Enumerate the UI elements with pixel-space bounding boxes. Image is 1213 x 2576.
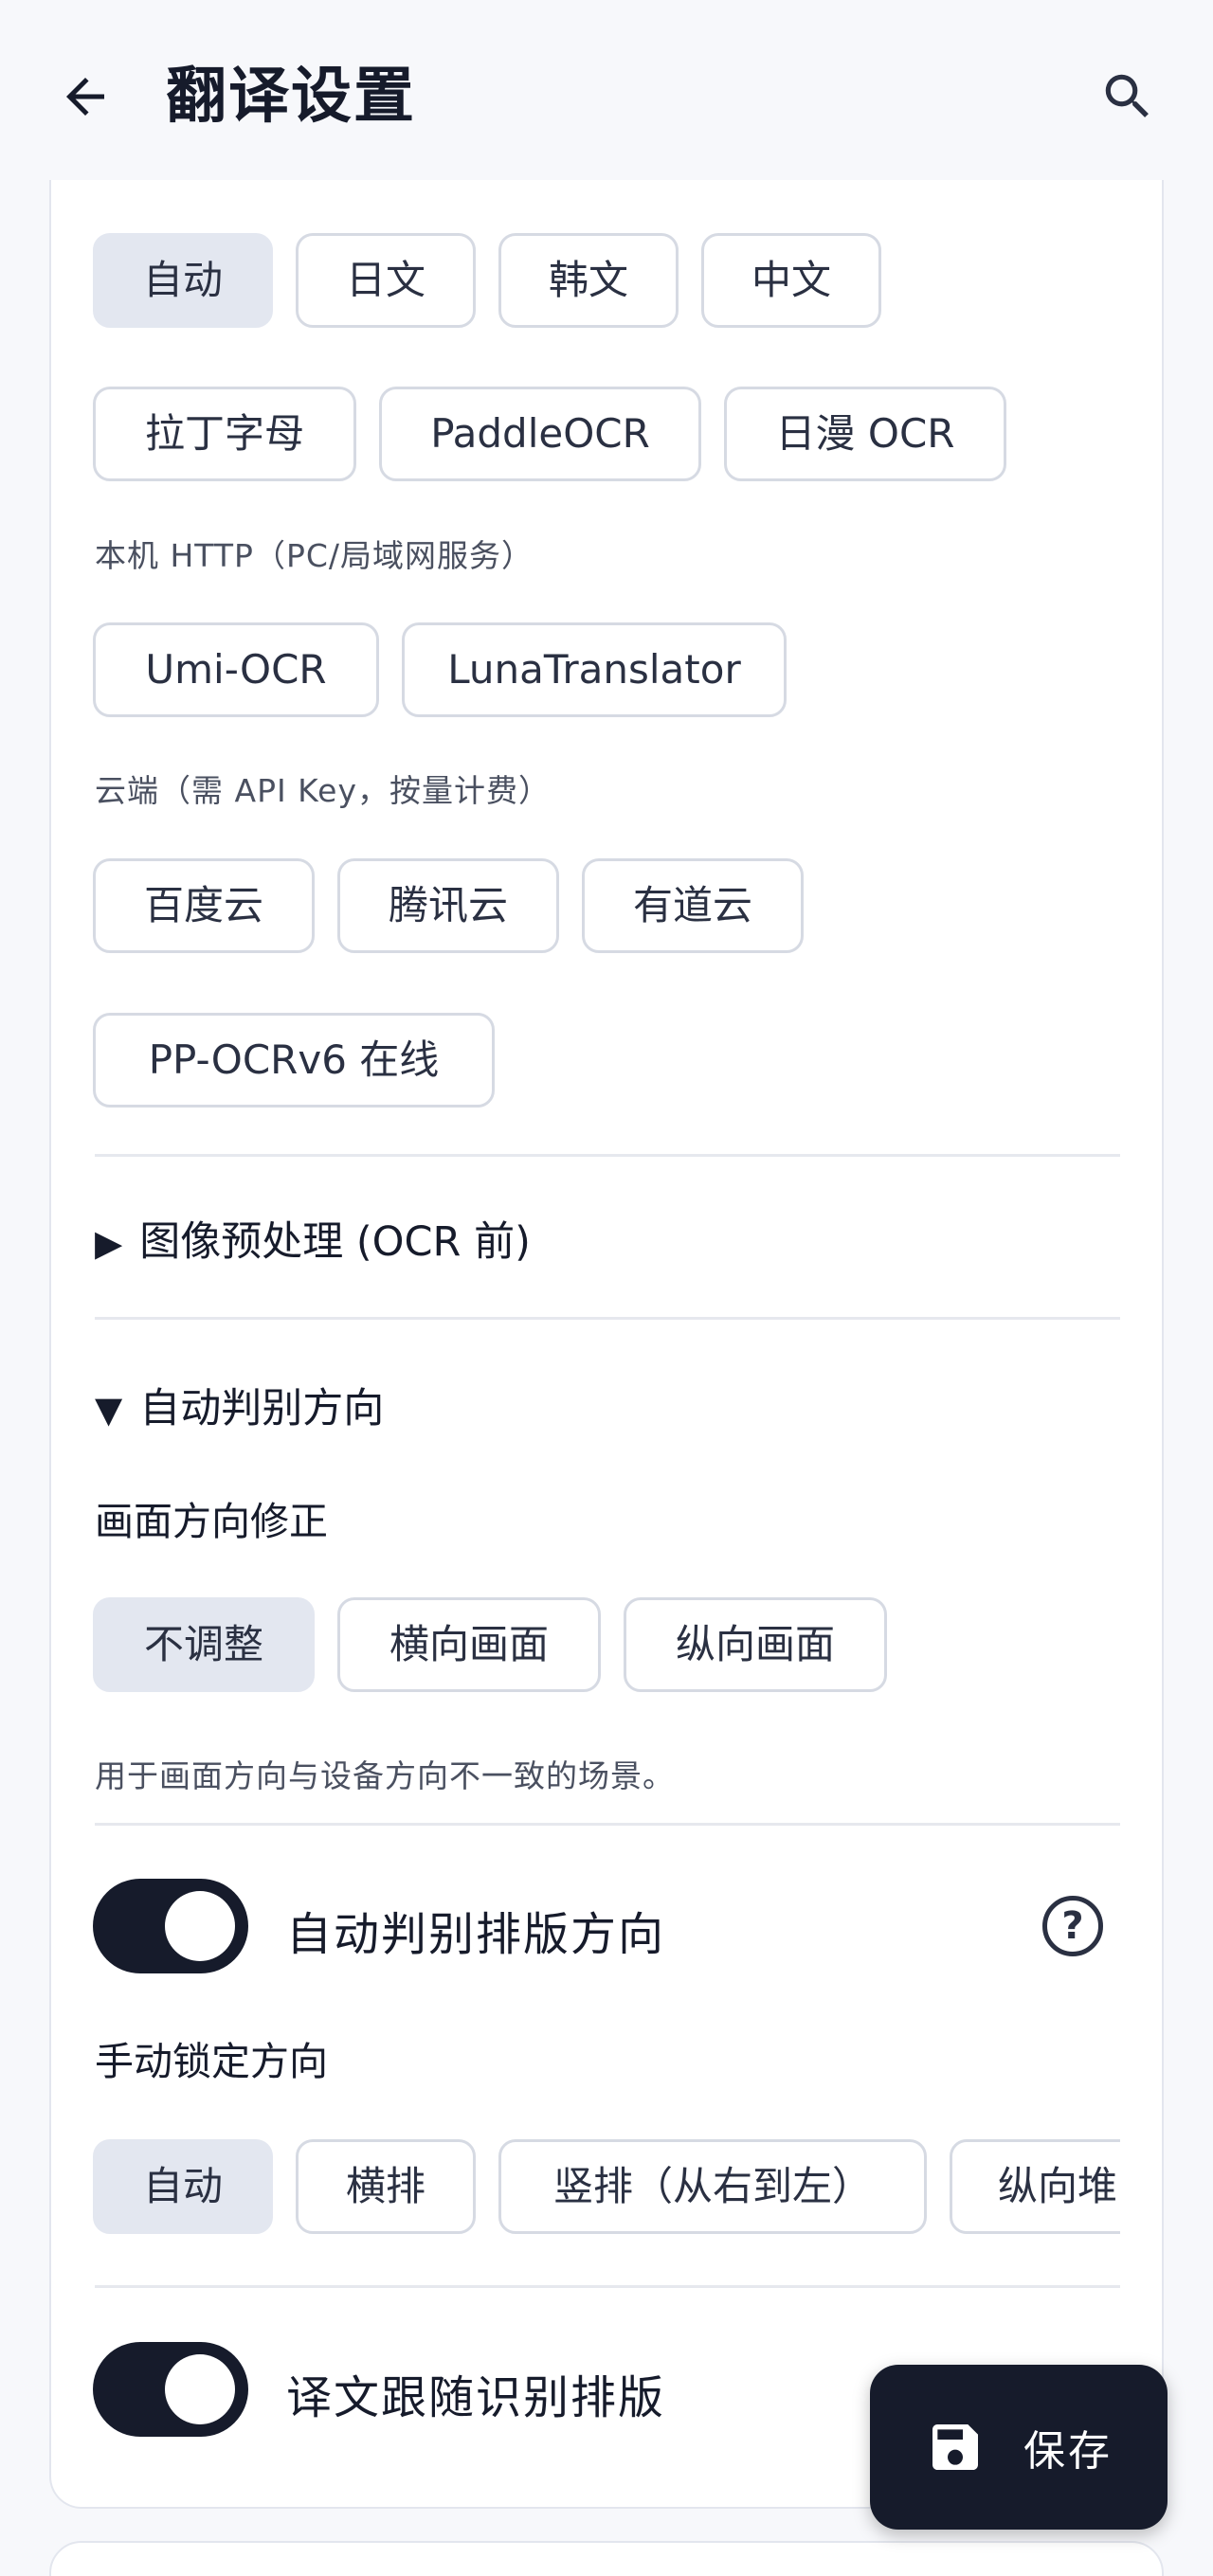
search-icon (1105, 74, 1149, 117)
cloud-caption: 云端（需 API Key，按量计费） (95, 772, 552, 809)
section-title: 自动判别方向 (139, 1385, 385, 1432)
next-settings-card (49, 2541, 1164, 2576)
chip-youdao-cloud[interactable]: 有道云 (582, 858, 804, 953)
manual-lock-chip-row: 自动 横排 竖排（从右到左） 纵向堆 (93, 2135, 1120, 2240)
chip-landscape[interactable]: 横向画面 (337, 1597, 601, 1692)
chip-layout-vertical-stack[interactable]: 纵向堆 (950, 2139, 1120, 2234)
divider (95, 1154, 1120, 1157)
chip-layout-auto[interactable]: 自动 (93, 2139, 273, 2234)
help-circle-icon[interactable]: ? (1042, 1896, 1103, 1956)
local-http-caption: 本机 HTTP（PC/局域网服务） (95, 537, 534, 574)
save-fab[interactable]: 保存 (870, 2365, 1168, 2530)
manual-lock-label: 手动锁定方向 (95, 2039, 328, 2084)
back-button[interactable] (47, 59, 123, 135)
chip-layout-horizontal[interactable]: 横排 (296, 2139, 476, 2234)
chip-ocr-latin[interactable]: 拉丁字母 (93, 387, 356, 481)
chip-ocr-japanese[interactable]: 日文 (296, 233, 476, 328)
auto-layout-toggle[interactable] (93, 1879, 248, 1973)
divider (95, 2285, 1120, 2288)
chip-no-adjust[interactable]: 不调整 (93, 1597, 315, 1692)
chip-ocr-chinese[interactable]: 中文 (701, 233, 881, 328)
chip-ocr-manga[interactable]: 日漫 OCR (724, 387, 1006, 481)
chip-ocr-paddleocr[interactable]: PaddleOCR (379, 387, 701, 481)
section-title: 图像预处理 (OCR 前) (139, 1218, 531, 1266)
screen-orientation-label: 画面方向修正 (95, 1499, 328, 1544)
chip-pp-ocrv6-online[interactable]: PP-OCRv6 在线 (93, 1013, 495, 1108)
chip-layout-vertical-rtl[interactable]: 竖排（从右到左） (498, 2139, 927, 2234)
save-icon (932, 2424, 978, 2470)
arrow-left-icon (66, 78, 104, 116)
search-button[interactable] (1090, 59, 1166, 135)
section-image-preprocess[interactable]: ▶ 图像预处理 (OCR 前) (95, 1209, 531, 1268)
chip-ocr-auto[interactable]: 自动 (93, 233, 273, 328)
chip-tencent-cloud[interactable]: 腾讯云 (337, 858, 559, 953)
chip-lunatranslator[interactable]: LunaTranslator (402, 622, 787, 717)
follow-layout-toggle[interactable] (93, 2342, 248, 2437)
save-label: 保存 (1023, 2427, 1113, 2476)
screen-orientation-hint: 用于画面方向与设备方向不一致的场景。 (95, 1757, 675, 1794)
chip-ocr-korean[interactable]: 韩文 (498, 233, 679, 328)
divider (95, 1823, 1120, 1826)
follow-layout-label: 译文跟随识别排版 (286, 2371, 666, 2424)
app-bar: 翻译设置 (0, 0, 1213, 194)
section-auto-direction[interactable]: ▼ 自动判别方向 (95, 1376, 384, 1434)
divider (95, 1317, 1120, 1320)
toggle-knob (165, 2354, 235, 2424)
expand-arrow-icon: ▶ (95, 1222, 123, 1264)
chip-baidu-cloud[interactable]: 百度云 (93, 858, 315, 953)
chip-portrait[interactable]: 纵向画面 (624, 1597, 887, 1692)
toggle-knob (165, 1891, 235, 1961)
auto-layout-label: 自动判别排版方向 (286, 1908, 666, 1961)
chip-umi-ocr[interactable]: Umi-OCR (93, 622, 379, 717)
page-title: 翻译设置 (166, 62, 416, 132)
collapse-arrow-icon: ▼ (95, 1389, 123, 1431)
